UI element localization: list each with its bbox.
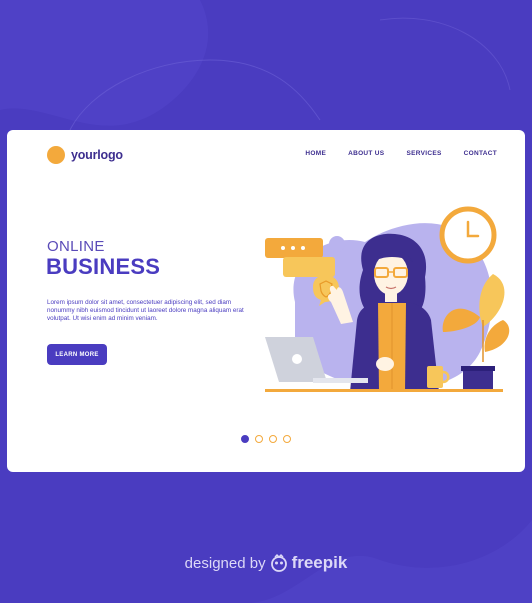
carousel-dot-1[interactable] [241,435,249,443]
learn-more-button[interactable]: LEARN MORE [47,344,107,365]
nav-about-us[interactable]: ABOUT US [348,150,384,157]
nav-home[interactable]: HOME [305,150,326,157]
main-nav: HOME ABOUT US SERVICES CONTACT [305,150,497,157]
freepik-brand-text: freepik [291,553,348,572]
logo-text: yourlogo [71,148,123,162]
nav-services[interactable]: SERVICES [406,150,441,157]
hero-title-line1: ONLINE [47,238,105,255]
carousel-dots [241,435,291,443]
freepik-logo-icon [270,554,287,572]
logo-circle-icon [47,146,65,164]
carousel-dot-3[interactable] [269,435,277,443]
designed-by-text: designed by [184,554,266,572]
hero-illustration [265,206,510,392]
landing-page-card: yourlogo HOME ABOUT US SERVICES CONTACT … [7,130,525,472]
logo[interactable]: yourlogo [47,146,123,164]
footer-credit: designed by freepik [0,553,532,573]
hero-title-line2: BUSINESS [46,254,161,279]
nav-contact[interactable]: CONTACT [464,150,497,157]
carousel-dot-2[interactable] [255,435,263,443]
hero-body-text: Lorem ipsum dolor sit amet, consectetuer… [47,299,244,322]
carousel-dot-4[interactable] [283,435,291,443]
